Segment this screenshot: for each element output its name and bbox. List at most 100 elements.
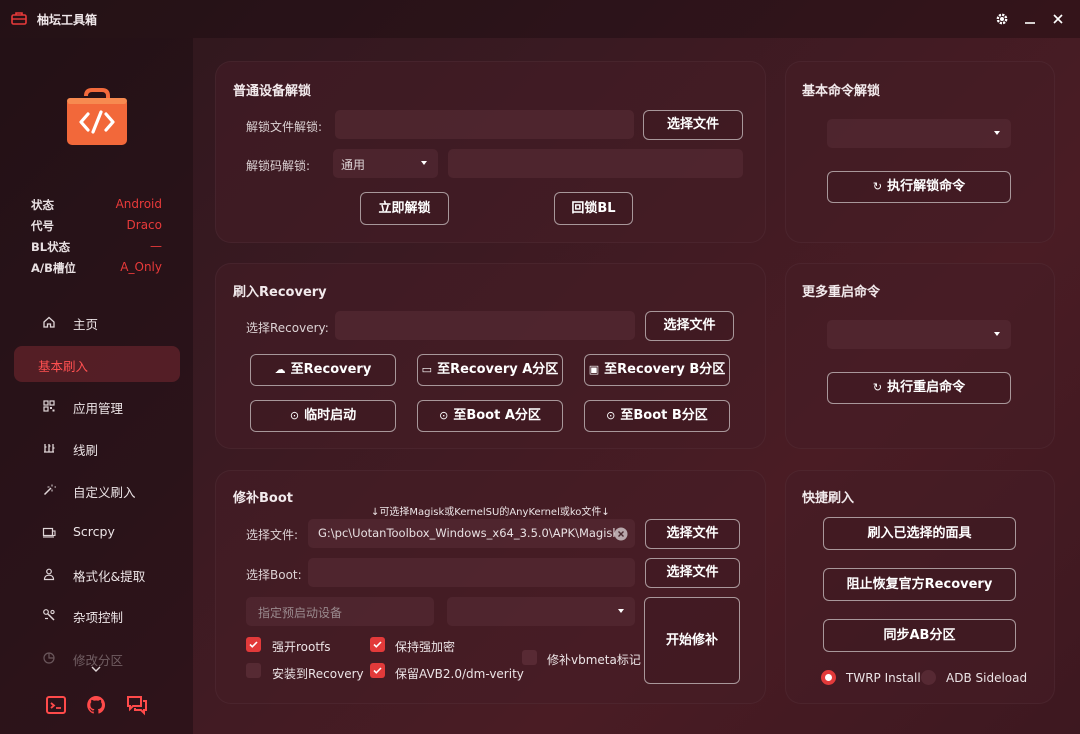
recovery-choose-file-button[interactable]: 选择文件 <box>645 311 734 341</box>
ab-slot-label: A/B槽位 <box>31 261 76 275</box>
title-bar <box>0 0 1080 38</box>
patch-vbmeta-label: 修补vbmeta标记 <box>547 653 641 667</box>
to-boot-b-button[interactable]: ⊙ 至Boot B分区 <box>584 400 730 432</box>
settings-gear-icon[interactable] <box>992 9 1012 29</box>
patch-boot-title: 修补Boot <box>233 491 293 506</box>
tools-icon <box>43 609 55 621</box>
quick-flash-title: 快捷刷入 <box>802 491 855 506</box>
close-icon[interactable] <box>1048 9 1068 29</box>
recovery-file-input[interactable] <box>335 311 635 340</box>
boot-icon: ⊙ <box>439 409 449 422</box>
cloud-icon: ☁ <box>274 363 286 376</box>
to-boot-b-label: 至Boot B分区 <box>620 408 708 423</box>
chat-icon[interactable] <box>126 694 148 716</box>
unlock-code-mode-value: 通用 <box>341 158 366 172</box>
status-value: Android <box>115 197 162 211</box>
github-icon[interactable] <box>85 694 107 716</box>
patch-choose-file-button[interactable]: 选择文件 <box>645 519 740 549</box>
sidebar-item-basic-flash[interactable]: 基本刷入 <box>14 346 180 382</box>
pie-icon <box>43 652 55 664</box>
recovery-file-label: 选择Recovery: <box>246 321 329 335</box>
exec-reboot-cmd-label: 执行重启命令 <box>887 380 966 395</box>
preset-device-select[interactable]: 指定预启动设备 <box>246 597 434 626</box>
to-recovery-label: 至Recovery <box>290 362 372 377</box>
relock-bl-button[interactable]: 回锁BL <box>554 192 633 225</box>
display-icon: ▣ <box>588 363 600 376</box>
patch-type-select[interactable] <box>447 597 635 626</box>
sync-ab-partition-button[interactable]: 同步AB分区 <box>823 619 1016 652</box>
to-boot-a-button[interactable]: ⊙ 至Boot A分区 <box>417 400 563 432</box>
exec-unlock-cmd-button[interactable]: ↻ 执行解锁命令 <box>827 171 1011 203</box>
to-recovery-b-label: 至Recovery B分区 <box>604 362 726 377</box>
minimize-icon[interactable] <box>1020 9 1040 29</box>
unlock-now-button[interactable]: 立即解锁 <box>360 192 449 225</box>
sidebar-item-label: 杂项控制 <box>73 610 124 625</box>
temp-boot-label: 临时启动 <box>304 408 357 423</box>
patch-boot-input[interactable] <box>308 558 635 587</box>
status-label: 状态 <box>31 198 54 212</box>
reboot-cmd-title: 更多重启命令 <box>802 285 881 300</box>
sidebar-item-label: Scrcpy <box>73 524 115 539</box>
user-icon <box>43 568 55 581</box>
start-patch-button[interactable]: 开始修补 <box>644 597 740 684</box>
clear-icon[interactable] <box>614 527 628 541</box>
sidebar-item-scrcpy[interactable]: Scrcpy <box>14 514 180 550</box>
to-recovery-b-button[interactable]: ▣ 至Recovery B分区 <box>584 354 730 386</box>
bl-status-value: — <box>150 239 162 253</box>
sidebar-item-format-extract[interactable]: 格式化&提取 <box>14 556 180 592</box>
install-recovery-label: 安装到Recovery <box>272 667 364 681</box>
unlock-card-title: 普通设备解锁 <box>233 84 312 99</box>
sidebar-item-misc-control[interactable]: 杂项控制 <box>14 597 180 633</box>
adb-sideload-label: ADB Sideload <box>946 671 1028 685</box>
adb-sideload-radio[interactable] <box>921 670 936 685</box>
unlock-file-label: 解锁文件解锁: <box>246 120 323 134</box>
to-recovery-a-label: 至Recovery A分区 <box>437 362 559 377</box>
toolbox-logo-icon <box>67 88 127 145</box>
boot-icon: ⊙ <box>289 409 300 422</box>
monitor-icon: ▭ <box>421 363 433 376</box>
rootfs-label: 强开rootfs <box>272 640 331 654</box>
patch-choose-boot-button[interactable]: 选择文件 <box>645 558 740 588</box>
flash-selected-magisk-button[interactable]: 刷入已选择的面具 <box>823 517 1016 550</box>
bl-status-label: BL状态 <box>31 240 71 254</box>
toolbox-icon <box>11 12 27 25</box>
basic-cmd-select[interactable] <box>827 119 1011 148</box>
patch-vbmeta-checkbox[interactable] <box>522 650 537 665</box>
sidebar-item-label: 应用管理 <box>73 401 124 416</box>
keep-encryption-checkbox[interactable] <box>370 637 385 652</box>
keep-encryption-label: 保持强加密 <box>395 640 456 654</box>
unlock-choose-file-button[interactable]: 选择文件 <box>643 110 743 140</box>
unlock-code-input[interactable] <box>448 149 743 178</box>
unlock-file-input[interactable] <box>335 110 634 139</box>
patch-file-input[interactable]: G:\pc\UotanToolbox_Windows_x64_3.5.0\APK… <box>308 519 635 548</box>
chevron-down-icon[interactable] <box>90 664 102 674</box>
unlock-code-mode-select[interactable]: 通用 <box>333 149 438 178</box>
sidebar-item-app-manager[interactable]: 应用管理 <box>14 388 180 424</box>
twrp-install-radio[interactable] <box>821 670 836 685</box>
terminal-icon[interactable] <box>45 694 67 716</box>
temp-boot-button[interactable]: ⊙ 临时启动 <box>250 400 396 432</box>
exec-reboot-cmd-button[interactable]: ↻ 执行重启命令 <box>827 372 1011 404</box>
sidebar-item-custom-flash[interactable]: 自定义刷入 <box>14 472 180 508</box>
prevent-official-recovery-button[interactable]: 阻止恢复官方Recovery <box>823 568 1016 601</box>
sidebar-item-label: 主页 <box>73 317 99 332</box>
to-recovery-button[interactable]: ☁ 至Recovery <box>250 354 396 386</box>
sidebar-item-line-flash[interactable]: 线刷 <box>14 430 180 466</box>
keep-avb-checkbox[interactable] <box>370 663 385 678</box>
screen-icon <box>42 527 56 538</box>
unlock-code-label: 解锁码解锁: <box>246 159 311 173</box>
chevron-down-icon <box>421 161 427 165</box>
sidebar-item-label: 格式化&提取 <box>73 569 146 584</box>
patch-hint: ↓可选择Magisk或KernelSU的AnyKernel或ko文件↓ <box>371 507 610 518</box>
preset-device-placeholder: 指定预启动设备 <box>258 606 343 620</box>
refresh-icon: ↻ <box>872 381 883 394</box>
twrp-install-label: TWRP Install <box>846 671 921 685</box>
patch-file-label: 选择文件: <box>246 528 299 542</box>
codename-value: Draco <box>126 218 162 232</box>
sidebar-item-home[interactable]: 主页 <box>14 304 180 340</box>
install-recovery-checkbox[interactable] <box>246 663 261 678</box>
reboot-cmd-select[interactable] <box>827 320 1011 349</box>
rootfs-checkbox[interactable] <box>246 637 261 652</box>
apps-icon <box>43 400 55 412</box>
to-recovery-a-button[interactable]: ▭ 至Recovery A分区 <box>417 354 563 386</box>
